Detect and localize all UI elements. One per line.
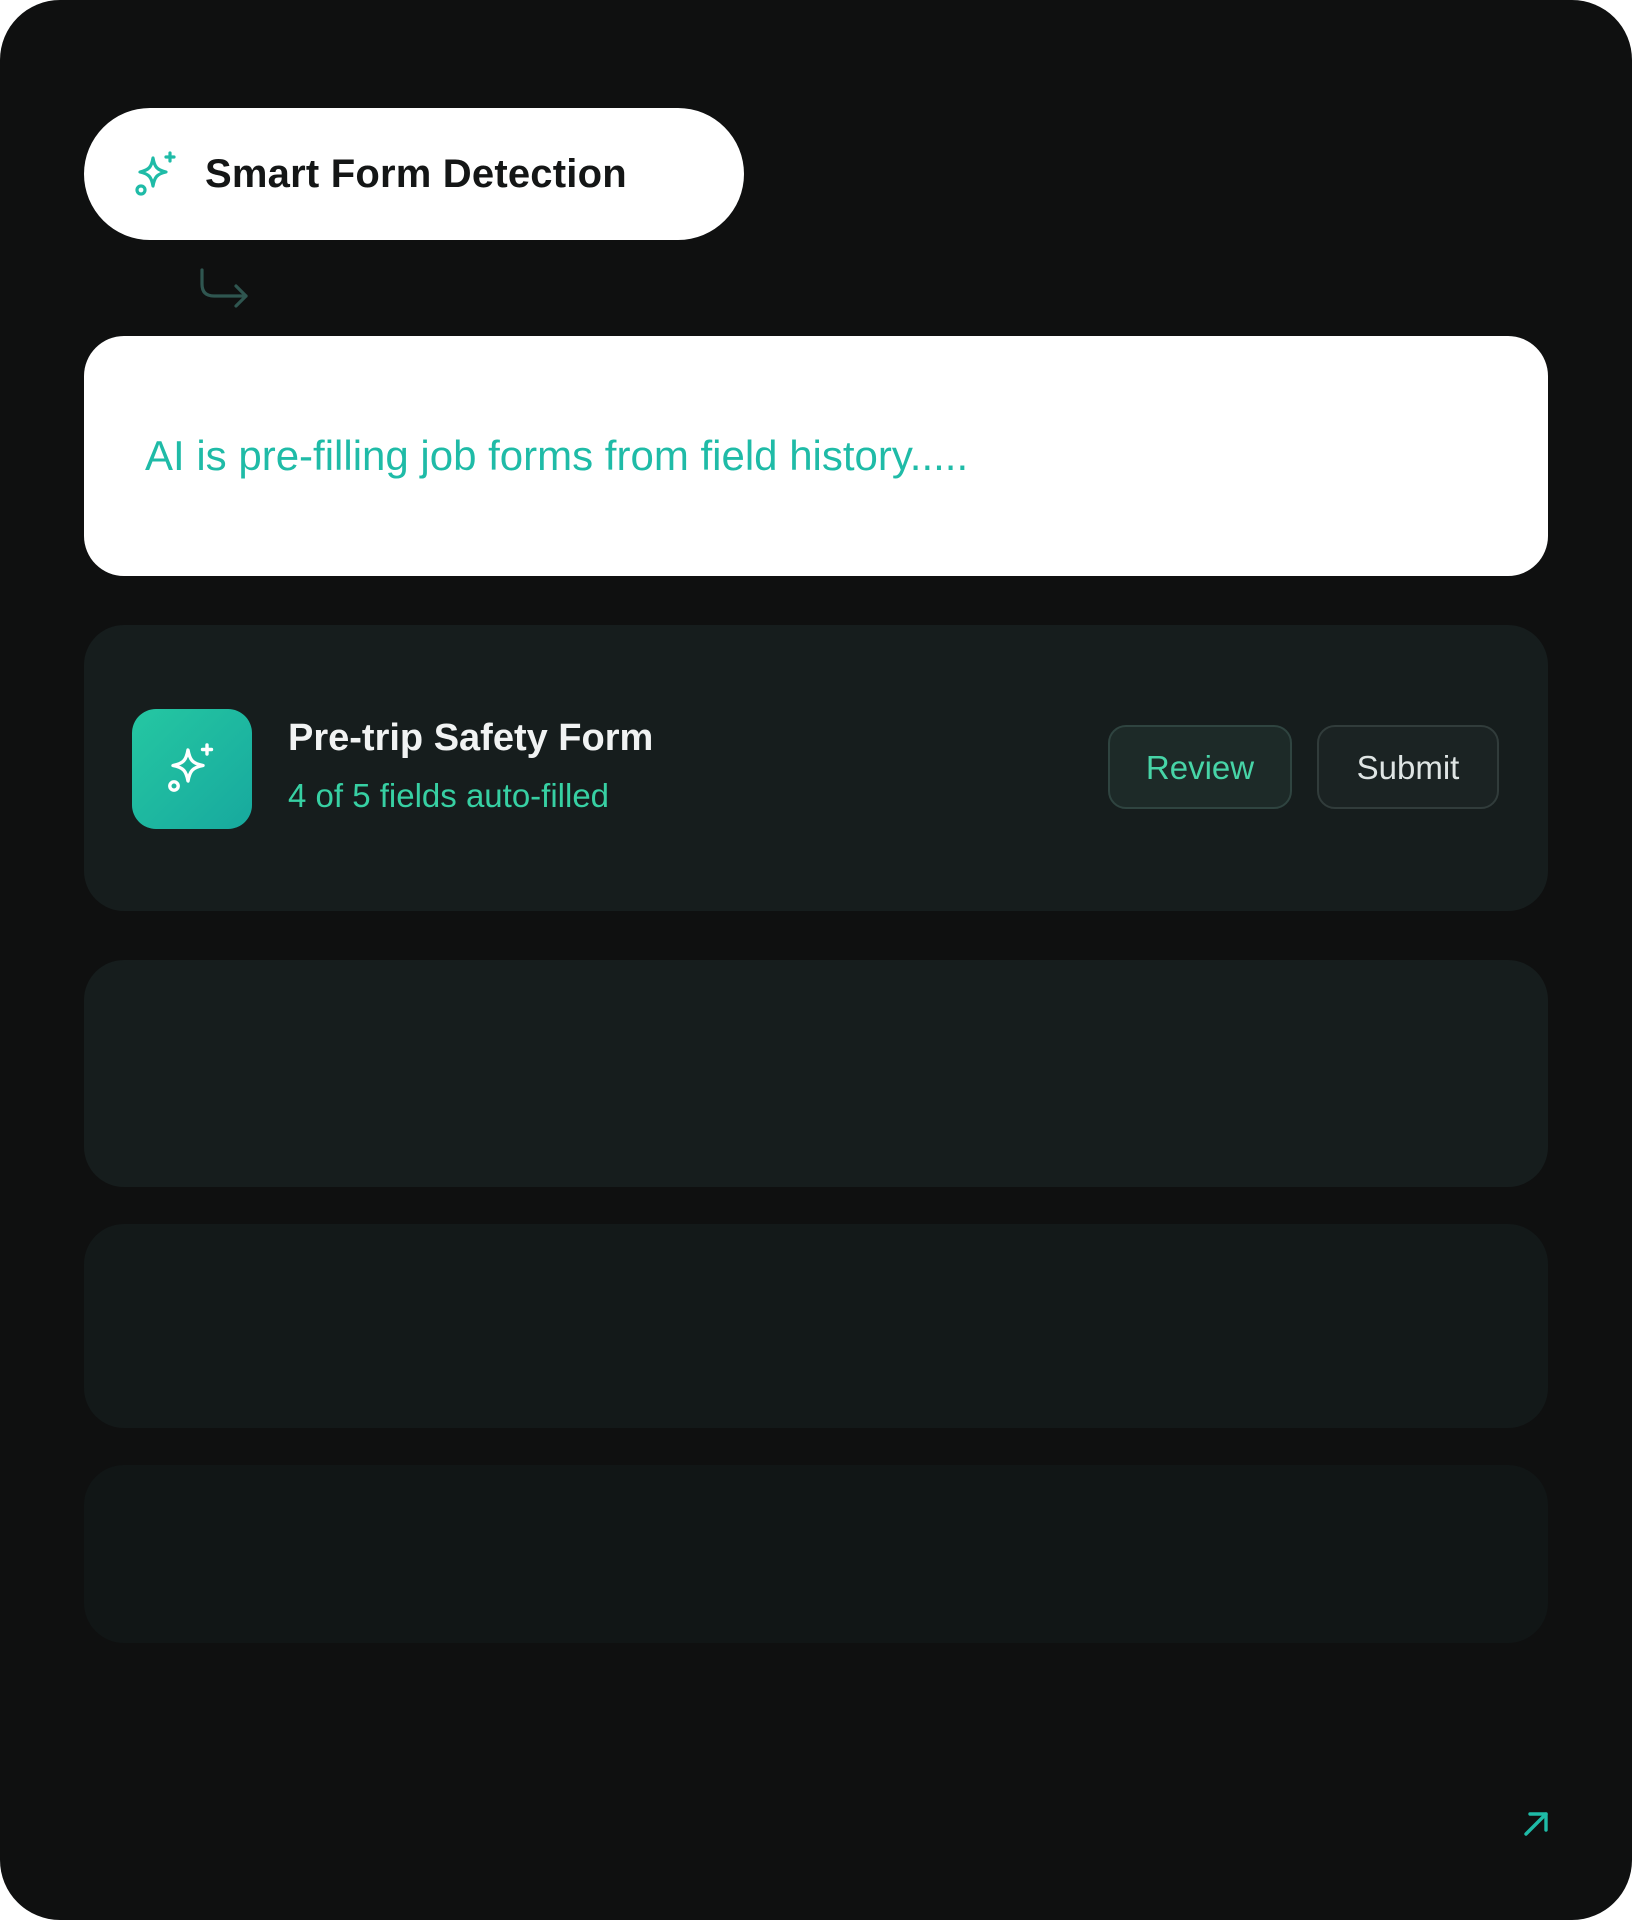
arrow-up-right-icon[interactable] [1520, 1808, 1552, 1840]
app-frame: Smart Form Detection AI is pre-filling j… [0, 0, 1632, 1920]
form-icon-tile [132, 709, 252, 829]
ai-status-message: AI is pre-filling job forms from field h… [145, 432, 969, 479]
form-autofill-status: 4 of 5 fields auto-filled [288, 777, 610, 814]
sparkle-icon [135, 151, 176, 196]
placeholder-card [84, 1465, 1548, 1643]
smart-form-detection-pill[interactable]: Smart Form Detection [84, 108, 744, 240]
connector-arrow-icon [200, 268, 248, 308]
submit-button[interactable]: Submit [1317, 725, 1499, 809]
form-title: Pre-trip Safety Form [288, 717, 654, 759]
review-button[interactable]: Review [1108, 725, 1292, 809]
ai-status-card: AI is pre-filling job forms from field h… [84, 336, 1548, 576]
pill-label: Smart Form Detection [205, 152, 627, 196]
placeholder-card [84, 960, 1548, 1187]
placeholder-card [84, 1224, 1548, 1428]
form-card[interactable]: Pre-trip Safety Form 4 of 5 fields auto-… [84, 625, 1548, 911]
sparkle-icon [168, 743, 214, 792]
